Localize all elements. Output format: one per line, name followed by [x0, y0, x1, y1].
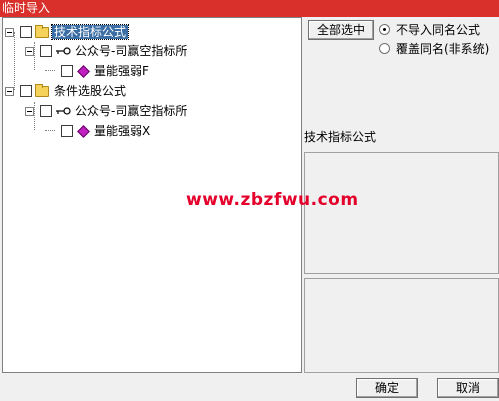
- node-checkbox[interactable]: [61, 125, 73, 137]
- tree-node-label[interactable]: 条件选股公式: [52, 84, 128, 98]
- radio-overwrite-dot[interactable]: [379, 43, 390, 54]
- node-checkbox[interactable]: [20, 85, 32, 97]
- collapse-toggle[interactable]: [5, 86, 14, 96]
- import-dialog: 临时导入 技术指标公式 公众号-司赢空指标所 量能强弱F 条件选股公式 公众号-…: [0, 0, 499, 401]
- tree-node-label[interactable]: 公众号-司赢空指标所: [73, 44, 189, 58]
- collapse-toggle[interactable]: [25, 106, 34, 116]
- tree-node-screening-formulas[interactable]: 条件选股公式: [5, 83, 128, 99]
- key-icon: [56, 47, 71, 55]
- radio-overwrite-duplicates[interactable]: 覆盖同名(非系统): [379, 40, 489, 57]
- node-checkbox[interactable]: [40, 45, 52, 57]
- tree-node-source-group[interactable]: 公众号-司赢空指标所: [25, 103, 189, 119]
- node-checkbox[interactable]: [20, 26, 32, 38]
- tree-connector: [45, 130, 55, 131]
- folder-icon: [35, 83, 49, 97]
- radio-skip-dot[interactable]: [379, 24, 390, 35]
- tree-node-label[interactable]: 公众号-司赢空指标所: [73, 104, 189, 118]
- tree-node-tech-formulas[interactable]: 技术指标公式: [5, 24, 130, 40]
- formula-icon: [77, 124, 90, 138]
- tree-node-label[interactable]: 技术指标公式: [50, 24, 130, 40]
- tree-node-source-group[interactable]: 公众号-司赢空指标所: [25, 43, 189, 59]
- collapse-toggle[interactable]: [5, 27, 14, 37]
- tree-node-formula[interactable]: 量能强弱F: [61, 63, 151, 79]
- node-checkbox[interactable]: [61, 65, 73, 77]
- radio-skip-label: 不导入同名公式: [396, 23, 481, 37]
- details-panel: [304, 278, 499, 373]
- description-panel: [304, 152, 499, 274]
- formula-icon: [77, 64, 90, 78]
- tree-connector: [45, 70, 55, 71]
- tree-node-label[interactable]: 量能强弱F: [92, 64, 151, 78]
- tree-node-formula[interactable]: 量能强弱X: [61, 123, 152, 139]
- key-icon: [56, 107, 71, 115]
- window-title: 临时导入: [0, 0, 499, 17]
- node-checkbox[interactable]: [40, 105, 52, 117]
- radio-skip-duplicates[interactable]: 不导入同名公式: [379, 21, 480, 38]
- info-section-label: 技术指标公式: [304, 130, 377, 144]
- ok-button[interactable]: 确定: [356, 378, 418, 398]
- cancel-button[interactable]: 取消: [437, 378, 499, 398]
- radio-overwrite-label: 覆盖同名(非系统): [396, 42, 490, 56]
- select-all-button[interactable]: 全部选中: [308, 20, 374, 40]
- tree-connector: [14, 32, 15, 90]
- watermark-text: www.zbzfwu.com: [186, 190, 359, 210]
- tree-node-label[interactable]: 量能强弱X: [92, 124, 152, 138]
- collapse-toggle[interactable]: [25, 46, 34, 56]
- folder-icon: [35, 24, 49, 38]
